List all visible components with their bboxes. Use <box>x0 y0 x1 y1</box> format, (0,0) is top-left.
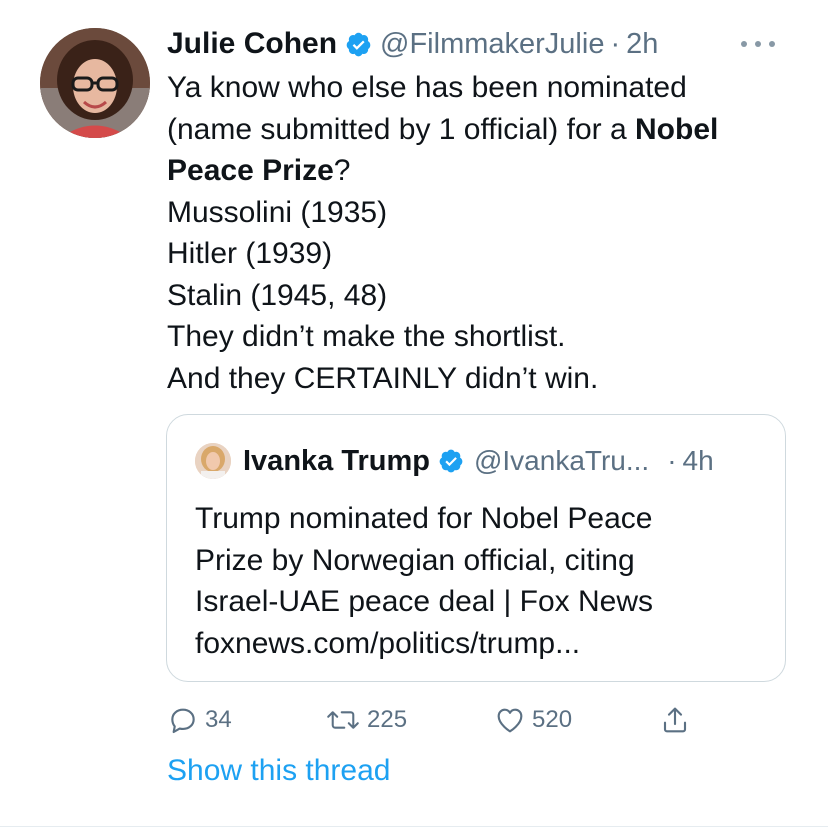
tweet-text-line: Stalin (1945, 48) <box>167 278 388 312</box>
heart-icon <box>497 708 523 733</box>
retweet-button[interactable]: 225 <box>325 700 407 740</box>
tweet-text-segment: ? <box>333 154 351 187</box>
tweet-text-line: Ya know who else has been nominated <box>167 71 687 104</box>
author-avatar[interactable] <box>40 28 150 138</box>
retweet-count: 225 <box>367 706 408 733</box>
show-thread-link[interactable]: Show this thread <box>167 754 390 788</box>
tweet-body: Ya know who else has been nominated (nam… <box>167 67 787 399</box>
like-count: 520 <box>532 706 573 733</box>
tweet-actions: 34 225 520 <box>167 700 787 740</box>
quoted-tweet-timestamp: 4h <box>682 445 714 476</box>
tweet-text-line: Mussolini (1935) <box>167 195 388 229</box>
share-icon <box>663 707 687 733</box>
author-name[interactable]: Julie Cohen <box>167 27 337 61</box>
tweet-timestamp[interactable]: 2h <box>626 28 658 61</box>
tweet-text-line: And they CERTAINLY didn’t win. <box>167 361 599 395</box>
tweet-divider <box>0 826 828 827</box>
tweet-text-bold: Nobel <box>635 112 719 146</box>
quoted-author-avatar-image <box>195 443 231 479</box>
separator-dot: · <box>610 27 621 60</box>
author-handle[interactable]: @FilmmakerJulie <box>380 28 604 61</box>
more-dots-icon[interactable] <box>736 32 780 56</box>
quoted-author-avatar <box>195 443 231 479</box>
quoted-text-line: foxnews.com/politics/trump... <box>195 626 581 660</box>
quoted-text-line: Israel-UAE peace deal | Fox News <box>195 585 653 618</box>
tweet-text-bold: Peace Prize <box>167 154 334 187</box>
tweet-text-line: They didn’t make the shortlist. <box>167 320 566 353</box>
quoted-text-line: Prize by Norwegian official, citing <box>195 543 635 577</box>
retweet-icon <box>327 711 359 729</box>
tweet-text-line: (name submitted by 1 official) for a Nob… <box>167 109 787 151</box>
reply-bubble-icon <box>171 708 195 734</box>
quoted-author-handle: @IvankaTru... <box>473 445 650 476</box>
reply-button[interactable]: 34 <box>167 700 232 740</box>
quoted-author-name: Ivanka Trump <box>243 444 430 477</box>
verified-badge-icon <box>439 449 463 473</box>
quoted-tweet-card[interactable]: Ivanka Trump @IvankaTru... · 4h Trump no… <box>166 414 786 682</box>
separator-dot: · <box>667 445 677 476</box>
quoted-text-line: Trump nominated for Nobel Peace <box>195 502 653 535</box>
quoted-tweet-header: Ivanka Trump @IvankaTru... · 4h <box>195 443 714 479</box>
tweet-text-line: Hitler (1939) <box>167 237 333 270</box>
share-button[interactable] <box>659 700 697 740</box>
tweet-text-segment: (name submitted by 1 official) for a <box>167 112 635 146</box>
tweet[interactable]: Julie Cohen @FilmmakerJulie · 2h Ya know… <box>0 0 828 830</box>
reply-count: 34 <box>205 706 232 733</box>
quoted-tweet-body: Trump nominated for Nobel Peace Prize by… <box>195 498 765 664</box>
tweet-header: Julie Cohen @FilmmakerJulie · 2h <box>167 22 658 66</box>
author-avatar-image <box>40 28 150 138</box>
verified-badge-icon <box>346 32 371 56</box>
tweet-text-line: Peace Prize? <box>167 150 787 192</box>
like-button[interactable]: 520 <box>494 700 572 740</box>
